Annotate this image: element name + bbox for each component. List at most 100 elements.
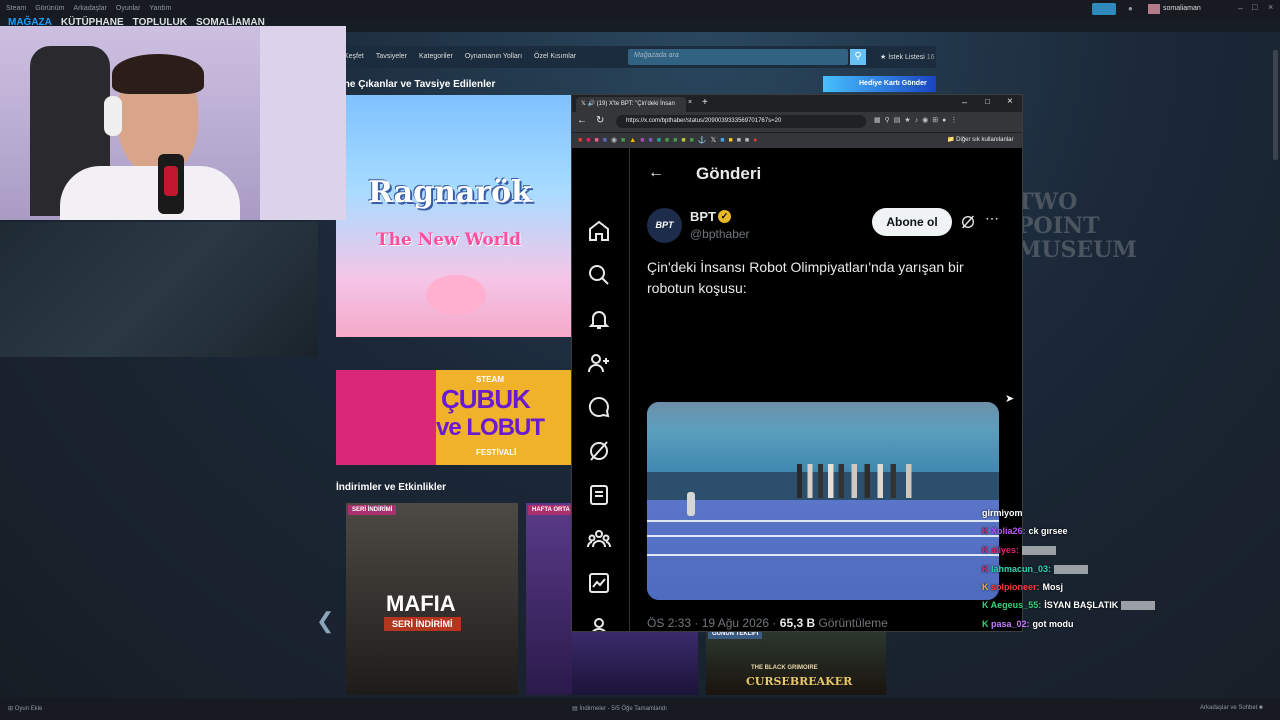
menu-item-view[interactable]: Görünüm (35, 5, 64, 12)
festival-top-label: STEAM (476, 375, 504, 384)
add-game-button[interactable]: ⊞ Oyun Ekle (8, 705, 42, 712)
post-timestamp[interactable]: ÖS 2:33 · 19 Ağu 2026 · (647, 616, 780, 630)
carousel-prev-arrow-icon[interactable]: ❮ (316, 608, 334, 634)
view-count: 65,3 B (779, 616, 816, 630)
speaker-icon: 🔊 (587, 101, 595, 107)
featured-game-capsule[interactable]: Ragnarök The New World (336, 95, 571, 337)
chat-message: K lahmacun_03: (982, 564, 1089, 575)
chat-badge-icon: K (982, 564, 989, 574)
steam-bottom-bar: ⊞ Oyun Ekle ▤ İndirmeler - 5/5 Öğe Tamam… (0, 698, 1280, 720)
username-menu[interactable]: somaliaman (1163, 5, 1201, 12)
category-recommendations[interactable]: Tavsiyeler (376, 53, 407, 60)
follow-user-icon[interactable] (587, 351, 611, 375)
minimize-icon[interactable]: – (1238, 3, 1243, 13)
mouse-cursor: ➤ (1005, 393, 1015, 405)
chat-message: girmiyom (982, 508, 1023, 518)
menu-item-games[interactable]: Oyunlar (116, 5, 141, 12)
author-name[interactable]: BPT (690, 209, 716, 224)
streamer-hair (112, 54, 204, 94)
tab-close-icon[interactable]: × (688, 99, 692, 106)
chat-badge-icon: K (982, 545, 989, 555)
messages-icon[interactable] (587, 395, 611, 419)
notification-bell-icon[interactable]: ● (1128, 4, 1136, 13)
browser-tab[interactable]: 𝕏 🔊 (19) X'te BPT: "Çin'deki İnsan (576, 97, 686, 112)
chat-username: pasa_02: (991, 619, 1030, 629)
author-handle[interactable]: @bpthaber (690, 227, 750, 241)
reload-icon[interactable]: ↻ (596, 115, 604, 126)
friends-chat-button[interactable]: Arkadaşlar ve Sohbet ■ (1200, 705, 1263, 711)
deal-title: MAFIA (386, 591, 456, 616)
grok-explain-icon[interactable] (960, 214, 976, 230)
deal-subtitle: SERİ İNDİRİMİ (384, 617, 461, 631)
close-icon[interactable]: × (1268, 2, 1273, 12)
post-more-icon[interactable]: ⋯ (985, 210, 999, 227)
category-special-sections[interactable]: Özel Kısımlar (534, 53, 576, 60)
chat-badge-icon: K (982, 600, 989, 610)
page-scrollbar[interactable] (1273, 50, 1278, 160)
downloads-status[interactable]: ▤ İndirmeler - 5/5 Öğe Tamamlandı (572, 705, 667, 712)
deal-capsule-mafia[interactable]: SERİ İNDİRİMİ MAFIA SERİ İNDİRİMİ (346, 503, 518, 695)
back-icon[interactable]: ← (577, 115, 587, 126)
other-bookmarks-label: Diğer sık kullanılanlar (956, 137, 1014, 143)
category-categories[interactable]: Kategoriler (419, 53, 453, 60)
maximize-icon[interactable]: □ (1252, 2, 1257, 12)
extensions-icons[interactable]: ▦⚲▤★♪◉⊞●⋮ (874, 116, 1014, 127)
menu-item-steam[interactable]: Steam (6, 5, 26, 12)
track-line (647, 520, 999, 522)
category-ways-to-play[interactable]: Oynamanın Yolları (465, 53, 522, 60)
category-discover[interactable]: Keşfet (344, 53, 364, 60)
steam-title-bar: Steam Görünüm Arkadaşlar Oyunlar Yardım ● so… (0, 0, 1280, 18)
explore-search-icon[interactable] (587, 263, 611, 287)
wishlist-link[interactable]: ★ İstek Listesi 16 (880, 53, 935, 61)
x-logo-icon: 𝕏 (581, 101, 586, 107)
profile-icon[interactable] (587, 615, 611, 632)
add-game-label: Oyun Ekle (14, 706, 43, 712)
festival-banner[interactable]: STEAM ÇUBUK ve LOBUT FESTİVALİ (336, 370, 571, 465)
right-featured-logo[interactable]: TWO POINT MUSEUM (1017, 190, 1162, 262)
window-close-icon[interactable]: × (1007, 96, 1013, 107)
lists-icon[interactable] (587, 483, 611, 507)
deal-capsule-midweek-lower[interactable] (572, 632, 698, 695)
gift-card-button[interactable]: Hediye Kartı Gönder (823, 76, 936, 92)
chat-message: K aliyes: (982, 545, 1057, 556)
other-bookmarks[interactable]: 📁 Diğer sık kullanılanlar (947, 136, 1014, 143)
post-video[interactable] (647, 402, 999, 600)
store-search-input[interactable]: Mağazada ara (628, 49, 848, 65)
deal-capsule-cursebreaker[interactable]: GÜNÜN TEKLİFİ THE BLACK GRIMOIRE CURSEBR… (706, 627, 886, 695)
deal-badge: HAFTA ORTA (528, 505, 572, 515)
chat-badge-icon: K (982, 526, 989, 536)
menu-item-help[interactable]: Yardım (149, 5, 171, 12)
analytics-icon[interactable] (587, 571, 611, 595)
menu-item-friends[interactable]: Arkadaşlar (73, 5, 106, 12)
back-arrow-icon[interactable]: ← (648, 164, 664, 182)
friends-chat-label: Arkadaşlar ve Sohbet (1200, 705, 1258, 711)
chat-badge-icon: K (982, 619, 989, 629)
follow-button[interactable]: Abone ol (872, 208, 952, 236)
announce-button[interactable] (1092, 3, 1116, 15)
microphone-light (164, 166, 178, 196)
chat-message: K Xolia26: ck gırsee (982, 526, 1068, 536)
headphones (104, 96, 122, 136)
deal-capsule-midweek[interactable]: HAFTA ORTA (526, 503, 572, 695)
tab-title: (19) X'te BPT: "Çin'deki İnsan (596, 101, 675, 107)
author-avatar[interactable]: BPT (647, 208, 682, 243)
chat-text: Mosj (1042, 582, 1064, 592)
chat-message: K pasa_02: got modu (982, 619, 1074, 629)
chat-message: K Aegeus_55: İSYAN BAŞLATIK (982, 600, 1155, 611)
url-input[interactable]: https://x.com/bpthaber/status/2090039333… (616, 115, 866, 128)
window-maximize-icon[interactable]: □ (985, 97, 990, 106)
bookmark-icons[interactable]: ■■■■◉■▲■■■■■■■⚓𝕏■■■■● (578, 136, 908, 146)
avatar[interactable] (1148, 4, 1160, 14)
chat-emote (1054, 565, 1089, 575)
search-icon[interactable]: ⚲ (850, 49, 866, 65)
running-track (647, 500, 999, 600)
window-minimize-icon[interactable]: – (962, 97, 967, 107)
communities-icon[interactable] (587, 527, 611, 551)
home-icon[interactable] (587, 219, 611, 243)
view-label: Görüntüleme (815, 616, 888, 630)
chat-username: aliyes: (991, 545, 1020, 555)
new-tab-button[interactable]: + (702, 97, 708, 108)
grok-icon[interactable] (587, 439, 611, 463)
track-line (647, 535, 999, 537)
notifications-bell-icon[interactable] (587, 307, 611, 331)
